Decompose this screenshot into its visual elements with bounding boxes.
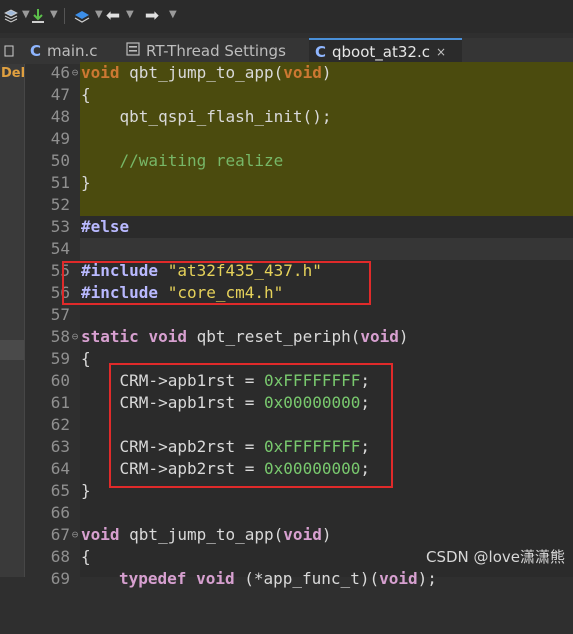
code-line[interactable]: 67 ⊖ void qbt_jump_to_app(void) [0,524,573,546]
keyword: void [81,525,120,544]
line-number: 51 [50,173,70,192]
line-number: 62 [50,415,70,434]
line-number: 63 [50,437,70,456]
code-line[interactable]: 57 [0,304,573,326]
include-highlight-box [62,261,371,305]
line-number: 47 [50,85,70,104]
tab-rt-thread-settings[interactable]: RT-Thread Settings [126,38,301,64]
line-number: 64 [50,459,70,478]
punct: ) [321,525,332,544]
main-toolbar: ▼ ▼ ▼ ⬅ ▼ ➡ ▼ [0,0,573,33]
c-file-icon: C [30,42,42,60]
c-file-icon: C [315,43,327,61]
line-number: 58 [50,327,70,346]
fold-icon[interactable]: ⊖ [70,524,80,546]
line-number: 46 [50,63,70,82]
punct: ) [398,327,409,346]
line-number: 59 [50,349,70,368]
code-line[interactable]: 47 { [0,84,573,106]
keyword: void [283,525,322,544]
code-line[interactable]: 66 [0,502,573,524]
line-number: 53 [50,217,70,236]
keyword: void [81,63,120,82]
forward-arrow-icon[interactable]: ➡ [143,5,161,27]
function-decl: qbt_reset_periph( [186,327,361,346]
chevron-down-icon[interactable]: ▼ [50,9,58,20]
preprocessor-directive: #else [81,217,130,236]
code-text: qbt_qspi_flash_init(); [81,107,332,126]
function-decl: qbt_jump_to_app( [119,63,284,82]
line-number: 60 [50,371,70,390]
line-number: 52 [50,195,70,214]
download-icon[interactable] [30,5,46,27]
gear-icon [126,42,140,60]
keyword: void [379,569,418,588]
stack-icon[interactable] [72,5,92,27]
chevron-down-icon[interactable]: ▼ [126,9,134,20]
line-number: 49 [50,129,70,148]
back-arrow-icon[interactable]: ⬅ [104,5,122,27]
line-number: 69 [50,569,70,588]
line-number: 68 [50,547,70,566]
watermark: CSDN @love潇潇熊 [426,548,565,566]
tab-label: RT-Thread Settings [146,42,286,60]
register-reset-highlight-box [109,363,393,488]
line-number: 61 [50,393,70,412]
code-text: { [81,85,91,104]
line-number: 67 [50,525,70,544]
keyword: void [360,327,399,346]
tab-main-c[interactable]: C main.c [30,38,118,64]
punct: ) [321,63,332,82]
code-line[interactable]: 48 qbt_qspi_flash_init(); [0,106,573,128]
code-line[interactable]: 52 [0,194,573,216]
code-line[interactable]: 58 ⊖ static void qbt_reset_periph(void) [0,326,573,348]
chevron-down-icon[interactable]: ▼ [22,9,30,20]
keyword: static [81,327,139,346]
fold-icon[interactable]: ⊖ [70,326,80,348]
code-text: { [81,349,91,368]
code-line[interactable]: 51 } [0,172,573,194]
code-line[interactable]: 54 [0,238,573,260]
restore-view-icon[interactable] [0,38,18,64]
code-comment: //waiting realize [81,151,284,170]
code-text: } [81,481,91,500]
code-text: } [81,173,91,192]
toolbar-divider [64,8,65,24]
code-line[interactable]: 69 typedef void (*app_func_t)(void); [0,568,573,590]
line-number: 66 [50,503,70,522]
line-number: 50 [50,151,70,170]
chevron-down-icon[interactable]: ▼ [169,9,177,20]
code-line[interactable]: 53 #else [0,216,573,238]
keyword: void [283,63,322,82]
editor-tab-bar: C main.c RT-Thread Settings C qboot_at32… [0,38,573,65]
close-icon[interactable]: × [436,45,446,59]
tab-label: qboot_at32.c [332,43,430,61]
function-decl: qbt_jump_to_app( [119,525,284,544]
layers-icon[interactable] [2,5,20,27]
code-text: { [81,547,91,566]
code-line[interactable]: 50 //waiting realize [0,150,573,172]
line-number: 48 [50,107,70,126]
keyword: typedef void [119,569,235,588]
code-text: (*app_func_t)( [234,569,380,588]
punct: ); [417,569,437,588]
line-number: 54 [50,239,70,258]
line-number: 65 [50,481,70,500]
keyword: void [148,327,187,346]
fold-icon[interactable]: ⊖ [70,62,80,84]
tab-label: main.c [47,42,98,60]
code-line[interactable]: 49 [0,128,573,150]
line-number: 57 [50,305,70,324]
code-line[interactable]: 46 ⊖ void qbt_jump_to_app(void) [0,62,573,84]
tab-qboot-at32-c[interactable]: C qboot_at32.c × [309,38,462,64]
chevron-down-icon[interactable]: ▼ [95,9,103,20]
